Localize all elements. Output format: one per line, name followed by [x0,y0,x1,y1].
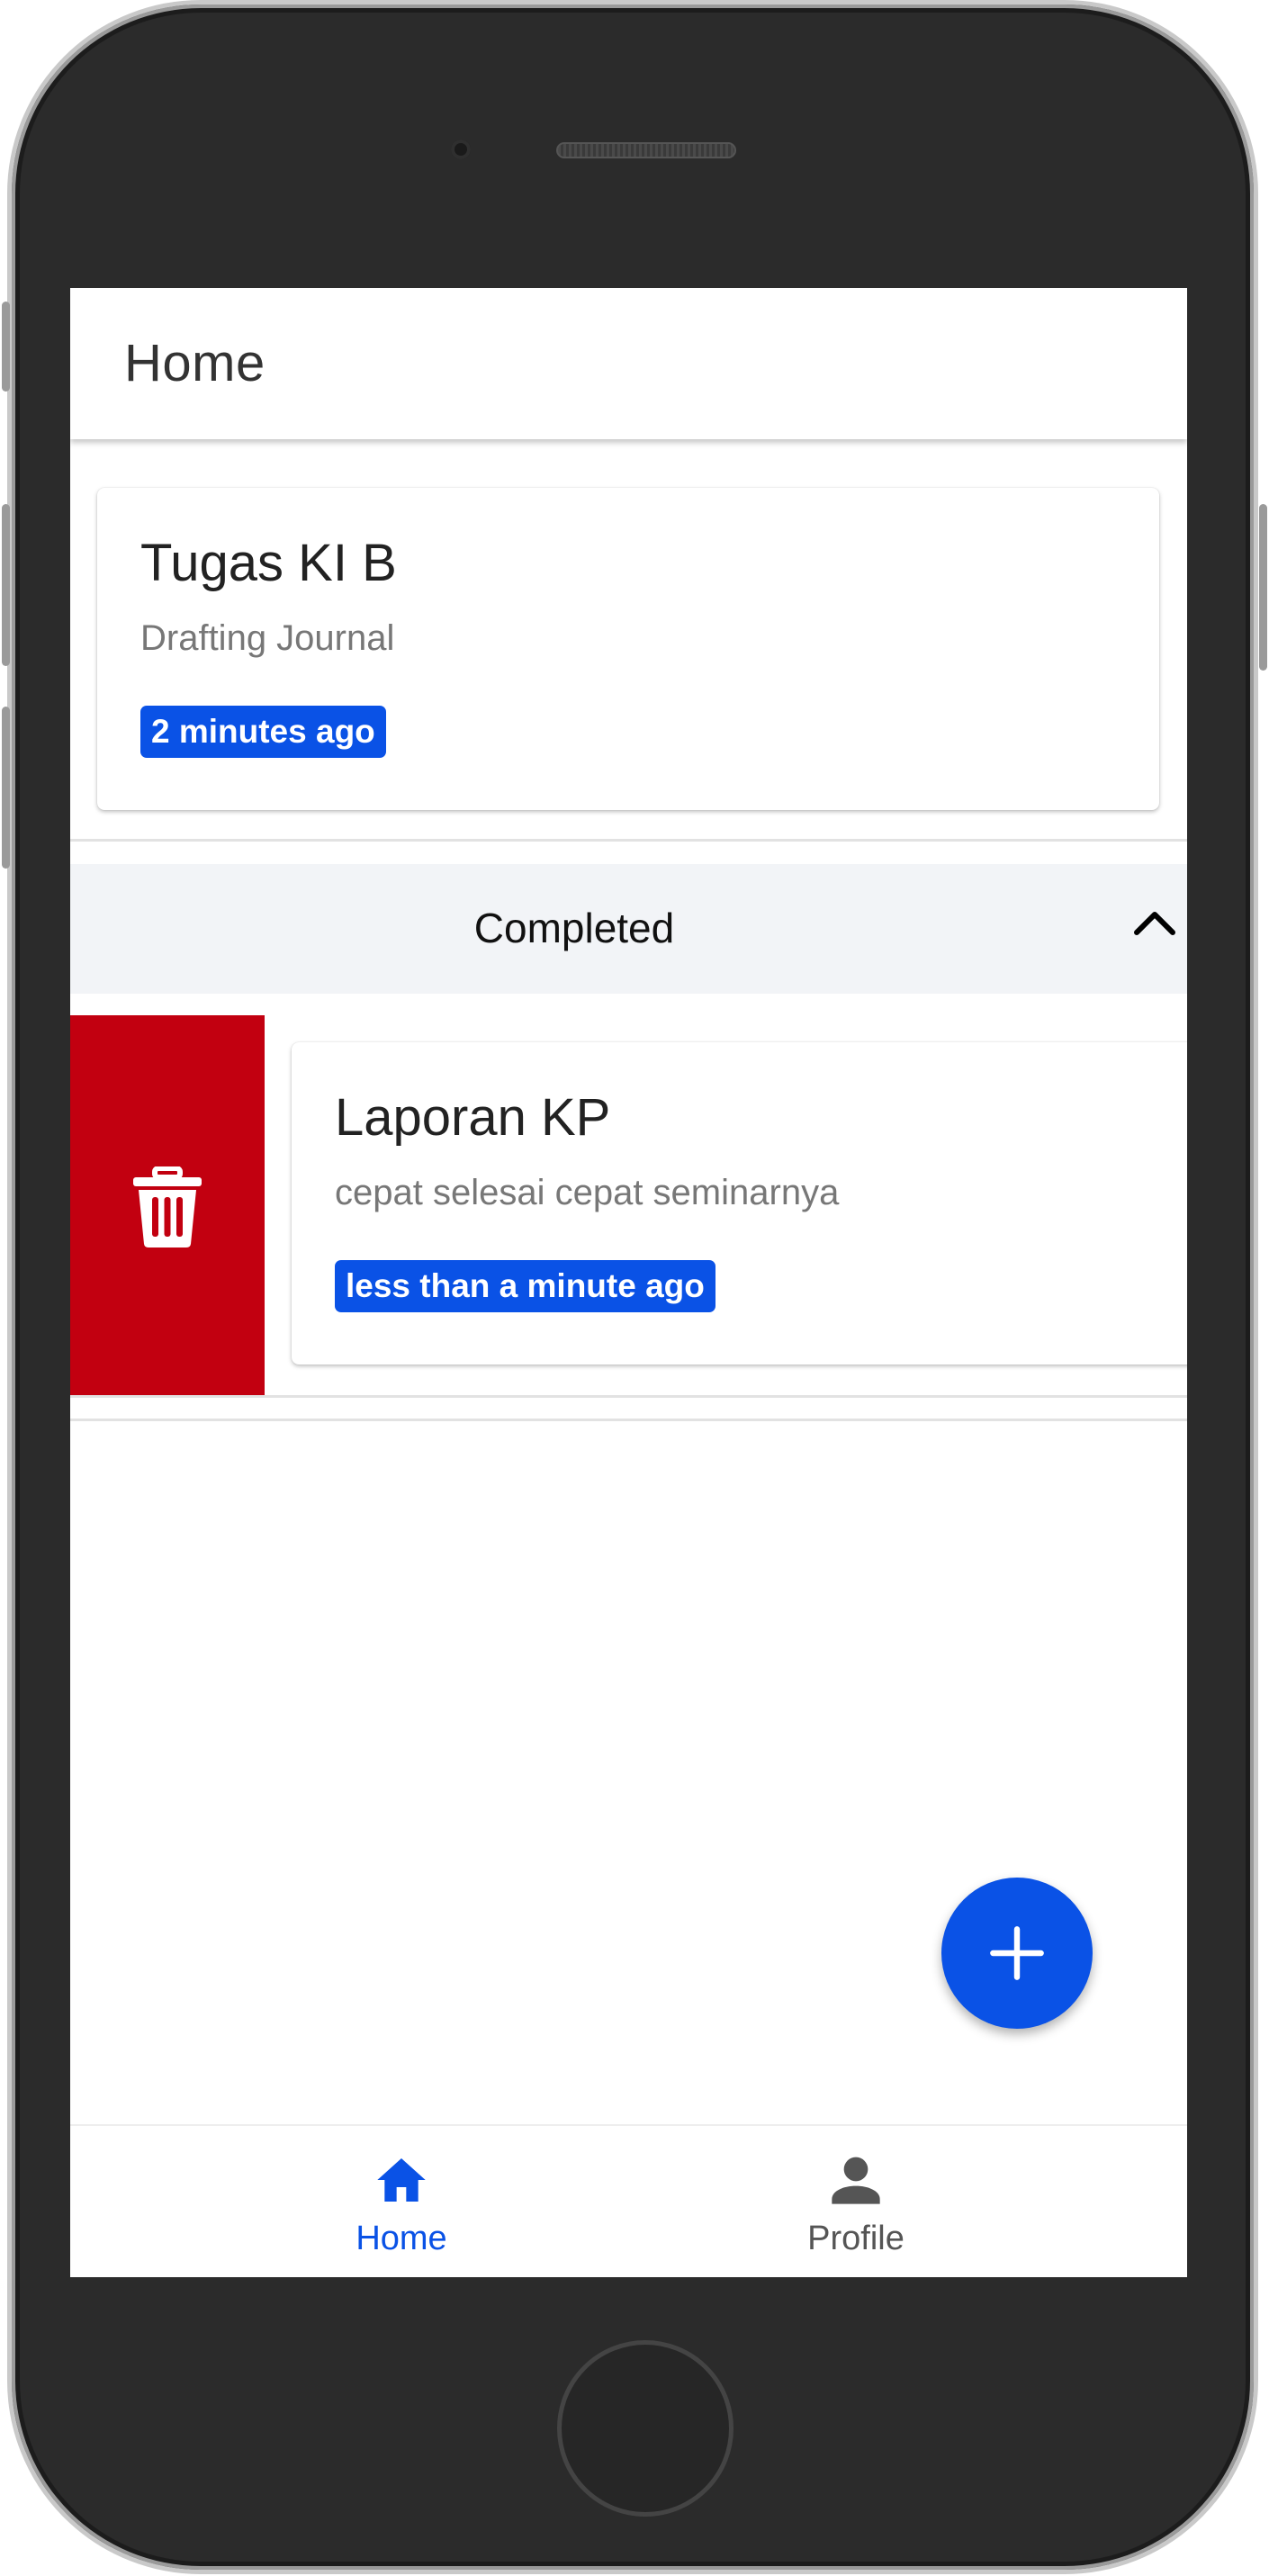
nav-item-profile[interactable]: Profile [721,2126,991,2277]
add-task-button[interactable] [941,1878,1093,2029]
home-button[interactable] [557,2340,734,2517]
task-title: Laporan KP [335,1088,611,1147]
earpiece-speaker [556,142,736,158]
divider [70,1419,1187,1421]
app-bar: Home [70,288,1187,439]
task-title: Tugas KI B [140,534,397,592]
chevron-up-icon[interactable] [1128,896,1182,950]
side-button-volume-up [2,504,10,666]
nav-label: Home [356,2220,447,2257]
front-camera [451,140,471,159]
completed-task-card[interactable]: Laporan KP cepat selesai cepat seminarny… [292,1042,1187,1365]
plus-icon [990,1926,1044,1980]
trash-icon [133,1166,202,1247]
person-icon [832,2157,880,2204]
task-description: cepat selesai cepat seminarnya [335,1173,840,1212]
task-card[interactable]: Tugas KI B Drafting Journal 2 minutes ag… [97,488,1159,810]
divider [70,1395,1187,1398]
task-description: Drafting Journal [140,618,395,658]
app-screen: Home Tugas KI B Drafting Journal 2 minut… [70,288,1187,2277]
side-button-volume-down [2,707,10,869]
home-icon [377,2158,426,2202]
bottom-navigation: Home Profile [70,2124,1187,2277]
time-badge: 2 minutes ago [140,706,386,758]
time-badge: less than a minute ago [335,1260,716,1312]
nav-item-home[interactable]: Home [266,2126,536,2277]
completed-section-header[interactable]: Completed [70,864,1187,994]
section-title: Completed [473,905,675,951]
swipe-delete-action[interactable] [70,1015,265,1397]
side-button-mute [2,302,10,392]
side-button-power [1259,504,1267,671]
page-title: Home [124,334,266,392]
divider [70,839,1187,842]
nav-label: Profile [807,2220,904,2257]
